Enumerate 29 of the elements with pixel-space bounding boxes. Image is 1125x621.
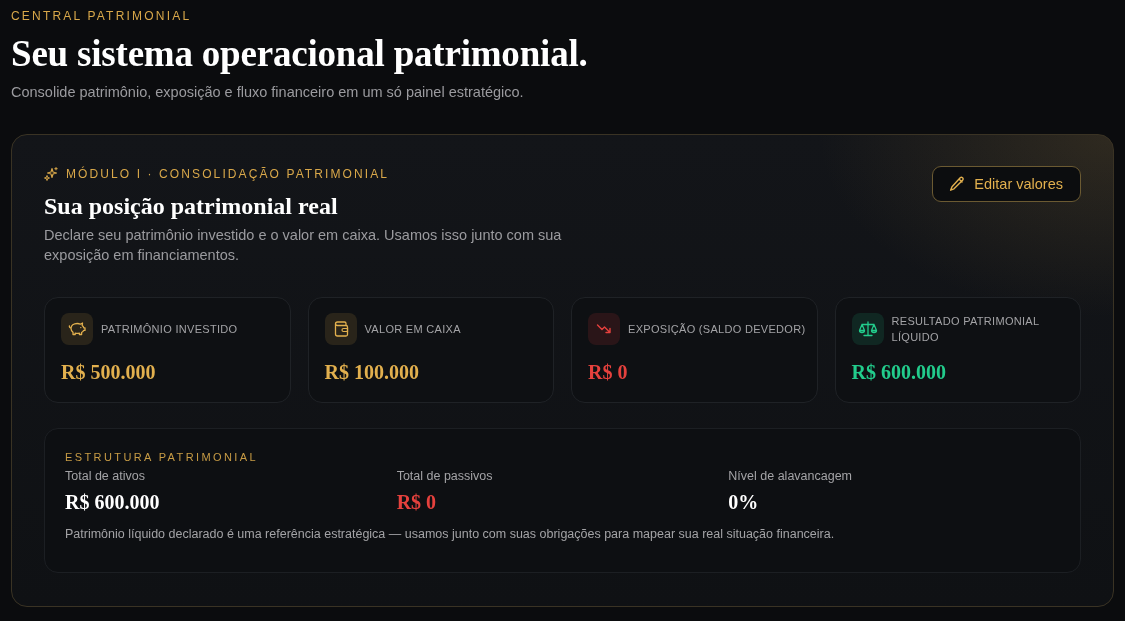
summary-label: Total de ativos <box>65 468 146 484</box>
summary-value: R$ 600.000 <box>65 490 161 515</box>
metric-label: RESULTADO PATRIMONIAL LÍQUIDO <box>891 314 1040 345</box>
edit-values-button[interactable]: Editar valores <box>932 166 1081 202</box>
metric-value: R$ 0 <box>588 360 629 385</box>
pencil-icon <box>949 176 966 192</box>
page-eyebrow: CENTRAL PATRIMONIAL <box>11 9 193 23</box>
metric-label: VALOR EM CAIXA <box>364 322 461 337</box>
balance-scale-icon <box>851 313 884 345</box>
summary-value: R$ 0 <box>396 490 438 515</box>
structure-title: ESTRUTURA PATRIMONIAL <box>65 450 259 464</box>
page-title: Seu sistema operacional patrimonial. <box>11 32 589 76</box>
metric-label: PATRIMÔNIO INVESTIDO <box>101 322 238 337</box>
metric-label: EXPOSIÇÃO (SALDO DEVEDOR) <box>628 322 806 337</box>
wallet-icon <box>324 313 357 345</box>
sparkles-icon <box>44 167 58 181</box>
module-eyebrow: MÓDULO I · CONSOLIDAÇÃO PATRIMONIAL <box>66 167 390 181</box>
module-title: Sua posição patrimonial real <box>44 192 339 221</box>
trend-down-icon <box>588 313 620 345</box>
summary-label: Total de passivos <box>396 468 494 484</box>
module-description: Declare seu patrimônio investido e o valor em caixa. Usamos isso junto com sua exposição em financiamentos. <box>44 226 563 265</box>
metric-value: R$ 500.000 <box>61 360 157 385</box>
summary-value: 0% <box>728 490 760 515</box>
metric-value: R$ 600.000 <box>851 360 947 385</box>
metric-value: R$ 100.000 <box>324 360 420 385</box>
piggy-bank-icon <box>61 313 93 345</box>
structure-note: Patrimônio líquido declarado é uma referência estratégica — usamos junto com suas obrigações para mapear sua real situação financeira. <box>65 526 836 542</box>
page-subtitle: Consolide patrimônio, exposição e fluxo financeiro em um só painel estratégico. <box>11 83 525 102</box>
summary-label: Nível de alavancagem <box>728 468 853 484</box>
